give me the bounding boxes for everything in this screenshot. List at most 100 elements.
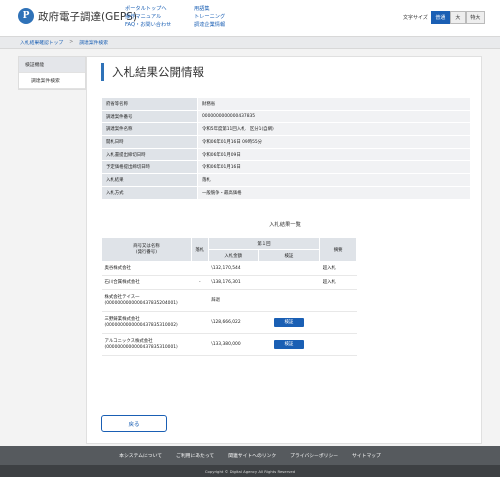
award-cell: [191, 311, 209, 334]
main-panel: 入札結果公開情報 府省等名称 財務省 調達案件番号 00000000000004378…: [86, 56, 482, 444]
table-row: 株式会社テイス一 (0000000000000437835204001) 辞退: [101, 289, 357, 312]
header-remarks: 摘要: [319, 237, 357, 262]
info-label: 予定価格提出締切日時: [101, 160, 198, 175]
table-row: アルコニックス株式会社 (0000000000000437835310001) \1…: [101, 333, 357, 356]
footer-link-about[interactable]: 本システムについて: [119, 452, 162, 459]
site-title: 政府電子調達(GEPS): [38, 10, 137, 23]
bid-amount: 辞退: [208, 289, 259, 312]
manual-link[interactable]: 操作マニュアル: [125, 14, 161, 20]
results-table: 商号又は名称 (発行番号) 落札 第１回 摘要 入札金額 検証 奥谷株式会社 \1…: [101, 237, 357, 356]
info-label: 調達案件名称: [101, 122, 198, 137]
award-cell: [191, 289, 209, 312]
info-value: 財務省: [197, 97, 471, 111]
chevron-right-icon: >: [69, 40, 74, 45]
info-value: 令和06年01月16日: [197, 160, 471, 175]
award-cell: [191, 333, 209, 356]
info-value: 令和06年01月16日 09時55分: [197, 135, 471, 149]
verify-cell: 検証: [258, 333, 320, 356]
remarks-cell: [319, 333, 357, 356]
site-header: P 政府電子調達(GEPS) ポータルトップへ 操作マニュアル FAQ・お問い合…: [0, 0, 500, 36]
verify-button[interactable]: 検証: [273, 340, 304, 349]
training-link[interactable]: トレーニング: [194, 14, 225, 20]
company-cell: 石川合属株式会社: [101, 275, 192, 290]
footer-link-related-sites[interactable]: 関連サイトへのリンク: [228, 452, 276, 459]
portal-top-link[interactable]: ポータルトップへ: [125, 6, 167, 12]
award-cell: -: [191, 275, 209, 290]
info-row: 調達案件番号 0000000000000437835: [101, 109, 471, 124]
info-label: 入札書提出締切日時: [101, 147, 198, 162]
header-company-name: 商号又は名称 (発行番号): [101, 237, 192, 262]
issue-number: (0000000000000437835310002): [104, 322, 178, 328]
header-verify: 検証: [257, 249, 321, 262]
issue-number: (0000000000000437835310001): [104, 344, 178, 350]
info-label: 調達案件番号: [101, 109, 198, 124]
breadcrumb: 入札結果確認トップ > 調達案件検索: [0, 36, 500, 49]
info-label: 開札日時: [101, 135, 198, 149]
info-label: 府省等名称: [101, 97, 198, 111]
company-name: 奥谷株式会社: [104, 265, 131, 271]
results-title: 入札結果一覧: [269, 222, 301, 228]
breadcrumb-item-search[interactable]: 調達案件検索: [79, 39, 108, 46]
site-logo[interactable]: P 政府電子調達(GEPS): [18, 8, 137, 24]
info-value: 令和5年度第11回入札 区分1(自網): [197, 122, 471, 137]
header-round-1: 第１回: [207, 237, 321, 250]
table-row: 三野鋳業株式会社 (0000000000000437835310002) \128,…: [101, 311, 357, 334]
footer-link-usage[interactable]: ご利用にあたって: [176, 452, 214, 459]
info-row: 予定価格提出締切日時 令和06年01月16日: [101, 160, 471, 175]
info-label: 入札結果: [101, 173, 198, 187]
info-value: 令和06年01月09日: [197, 147, 471, 162]
bid-amount: \128,666,022: [208, 311, 259, 334]
footer-link-sitemap[interactable]: サイトマップ: [352, 452, 381, 459]
info-value: 一般競争・最高価格: [197, 185, 471, 200]
bid-amount: \138,176,301: [208, 275, 259, 290]
header-award: 落札: [190, 237, 209, 262]
company-cell: 株式会社テイス一 (0000000000000437835204001): [101, 289, 192, 312]
font-size-switcher: 文字サイズ 普通 大 特大: [403, 11, 485, 24]
remarks-cell: 超入札: [319, 261, 357, 276]
info-row: 入札方式 一般競争・最高価格: [101, 185, 471, 200]
verify-cell: [258, 261, 320, 276]
geps-logo-icon: P: [18, 8, 34, 24]
header-bid-amount: 入札金額: [207, 249, 259, 262]
footer-link-privacy[interactable]: プライバシーポリシー: [290, 452, 338, 459]
faq-link[interactable]: FAQ・お問い合わせ: [125, 22, 171, 28]
sidebar-item-case-search[interactable]: 調達案件検索: [19, 73, 85, 89]
sidebar: 検証機能 調達案件検索: [18, 56, 86, 90]
font-size-xlarge-button[interactable]: 特大: [465, 11, 485, 24]
verify-button[interactable]: 検証: [273, 318, 304, 327]
verify-cell: [258, 275, 320, 290]
info-row: 入札書提出締切日時 令和06年01月09日: [101, 147, 471, 162]
case-info-table: 府省等名称 財務省 調達案件番号 0000000000000437835 調達案件名称令…: [101, 97, 471, 200]
page-title: 入札結果公開情報: [101, 63, 204, 81]
header-links-right: 用語集 トレーニング 調達企業情報: [194, 5, 225, 29]
bid-amount: \132,170,544: [208, 261, 259, 276]
company-cell: 奥谷株式会社: [101, 261, 192, 276]
font-size-large-button[interactable]: 大: [449, 11, 466, 24]
header-links-left: ポータルトップへ 操作マニュアル FAQ・お問い合わせ: [125, 5, 171, 29]
table-row: 奥谷株式会社 \132,170,544 超入札: [101, 261, 357, 276]
company-info-link[interactable]: 調達企業情報: [194, 22, 225, 28]
bid-amount: \133,380,000: [208, 333, 259, 356]
remarks-cell: [319, 289, 357, 312]
award-cell: [191, 261, 209, 276]
info-row: 開札日時 令和06年01月16日 09時55分: [101, 135, 471, 149]
remarks-cell: [319, 311, 357, 334]
sidebar-item-verification[interactable]: 検証機能: [19, 57, 85, 73]
glossary-link[interactable]: 用語集: [194, 6, 210, 12]
breadcrumb-item-top[interactable]: 入札結果確認トップ: [20, 39, 63, 46]
verify-cell: [258, 289, 320, 312]
info-label: 入札方式: [101, 185, 198, 200]
issue-number: (0000000000000437835204001): [104, 300, 178, 306]
company-cell: 三野鋳業株式会社 (0000000000000437835310002): [101, 311, 192, 334]
footer-links: 本システムについて ご利用にあたって 関連サイトへのリンク プライバシーポリシー…: [0, 446, 500, 465]
info-row: 府省等名称 財務省: [101, 97, 471, 111]
company-name: 石川合属株式会社: [104, 279, 140, 285]
back-button[interactable]: 戻る: [101, 415, 167, 432]
verify-cell: 検証: [258, 311, 320, 334]
info-value: 0000000000000437835: [197, 109, 471, 124]
remarks-cell: 超入札: [319, 275, 357, 290]
table-row: 石川合属株式会社 - \138,176,301 超入札: [101, 275, 357, 290]
company-cell: アルコニックス株式会社 (0000000000000437835310001): [101, 333, 192, 356]
info-row: 調達案件名称 令和5年度第11回入札 区分1(自網): [101, 122, 471, 137]
font-size-normal-button[interactable]: 普通: [430, 11, 450, 24]
